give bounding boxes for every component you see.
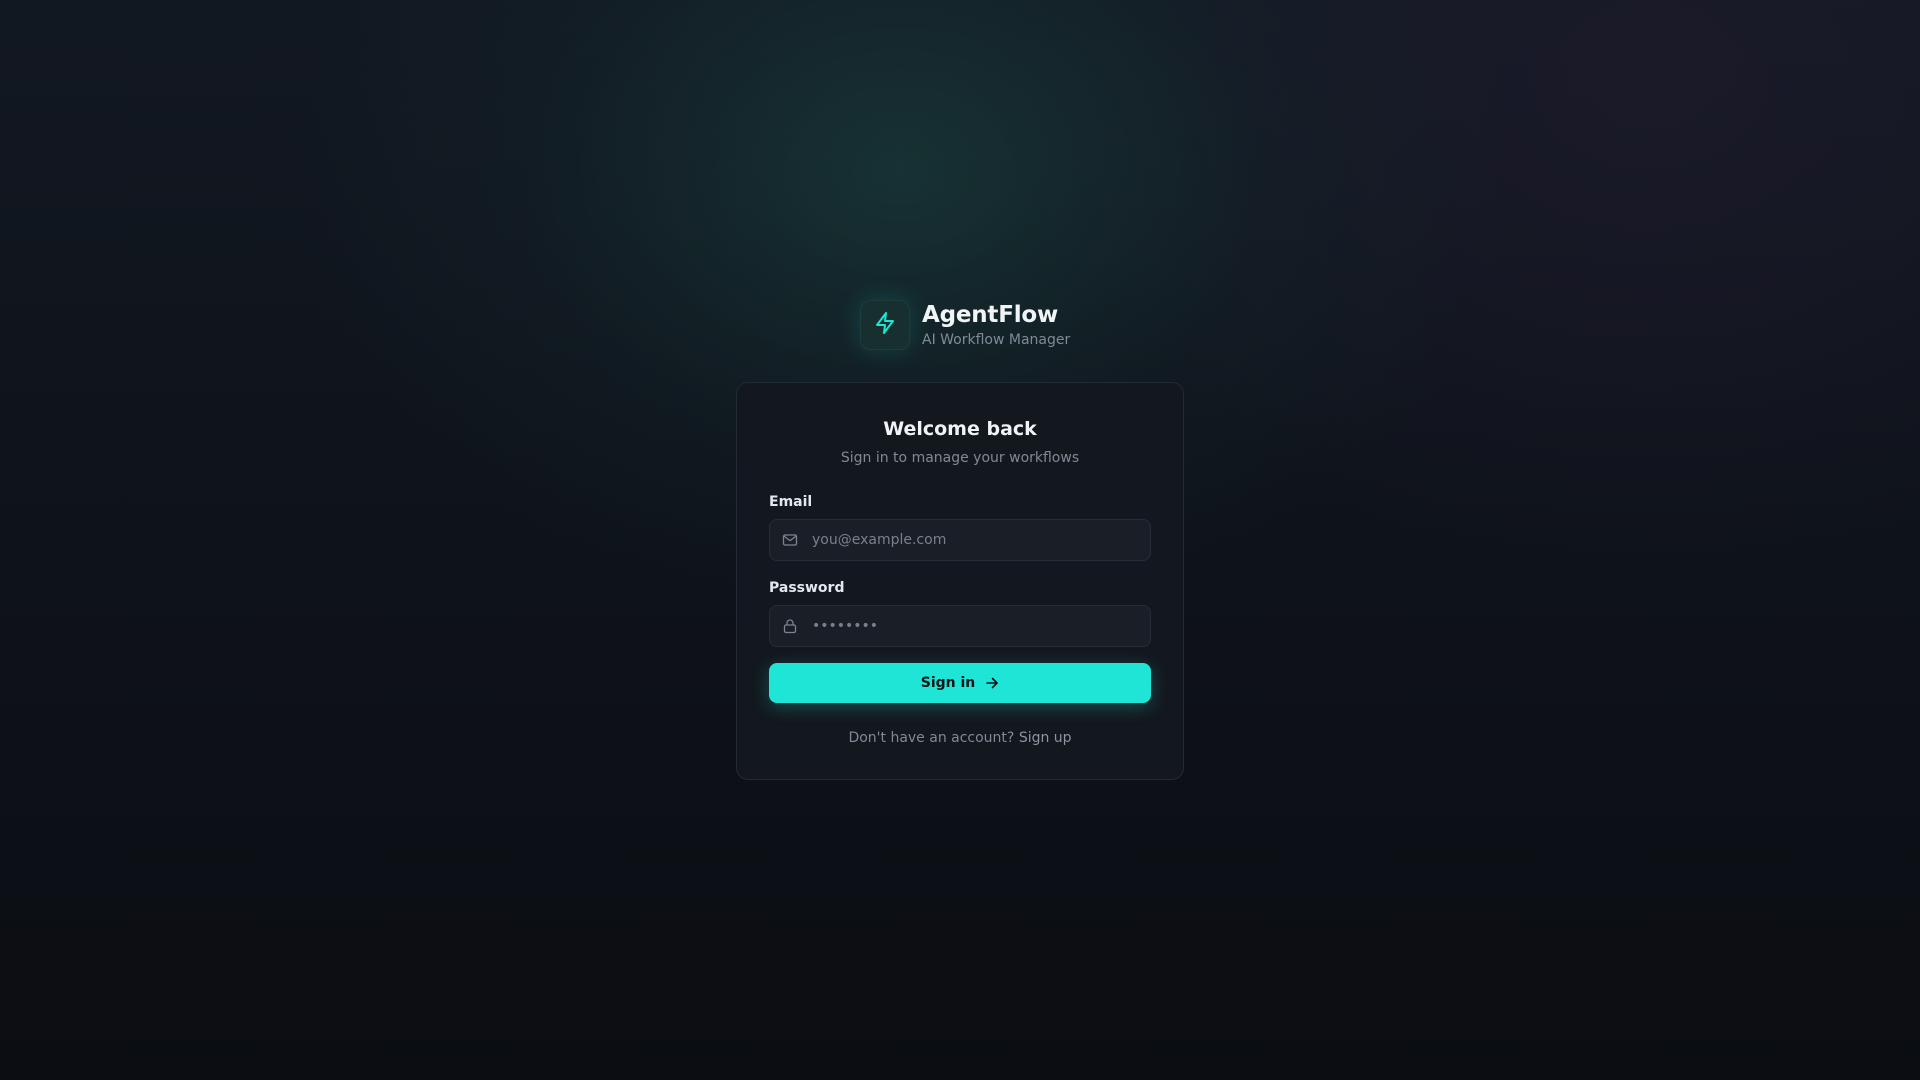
email-field[interactable] [810,519,1150,561]
login-card: Welcome back Sign in to manage your work… [736,382,1184,780]
signup-prompt-text: Don't have an account? [848,730,1015,746]
page-subtitle: Sign in to manage your workflows [840,450,1080,466]
arrow-right-icon [985,676,999,690]
brand-logo [860,300,910,350]
page-title: Welcome back [883,418,1037,440]
email-field-wrapper [769,519,1151,561]
mail-icon [782,532,798,548]
password-field-wrapper [769,605,1151,647]
lightning-bolt-icon [873,311,897,339]
app-name: AgentFlow [922,302,1059,328]
brand-text: AgentFlow AI Workflow Manager [922,301,1070,349]
email-label: Email [769,494,813,510]
sign-up-link[interactable]: Sign up [1019,730,1072,746]
lock-icon [782,618,798,634]
sign-in-button[interactable]: Sign in [769,663,1151,703]
signup-prompt: Don't have an account? Sign up [769,729,1151,747]
app-tagline: AI Workflow Manager [922,332,1071,348]
brand-header: AgentFlow AI Workflow Manager [860,300,1070,350]
sign-in-button-label: Sign in [920,675,976,691]
password-label: Password [769,580,845,596]
password-field[interactable] [810,605,1150,647]
